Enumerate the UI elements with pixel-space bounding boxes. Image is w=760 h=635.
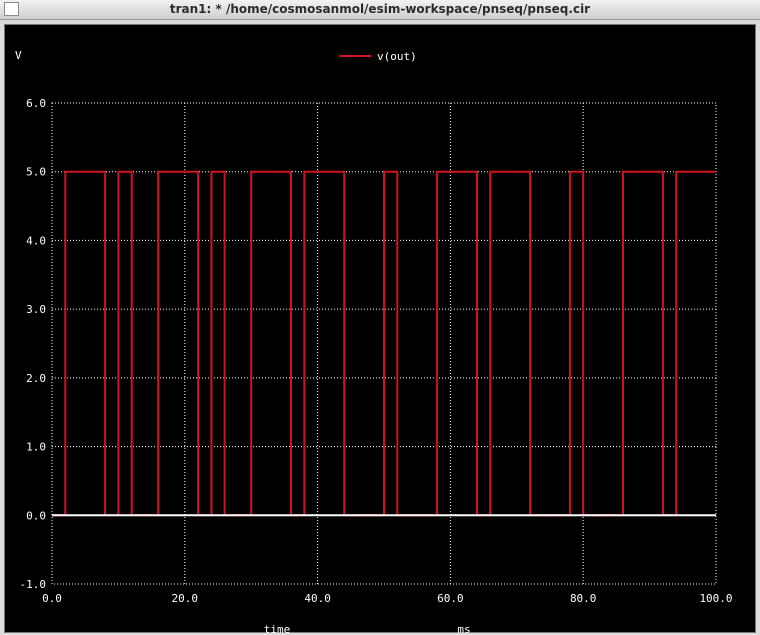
x-tick-label: 40.0 [304, 592, 331, 605]
axes: 0.0 20.0 40.0 60.0 80.0 100.0-1.00.01.02.03.0… [20, 97, 733, 605]
y-tick-label: 2.0 [26, 372, 46, 385]
y-tick-label: 4.0 [26, 234, 46, 247]
trace-layer [52, 170, 716, 517]
x-tick-label: 20.0 [172, 592, 199, 605]
x-tick-label: 100.0 [699, 592, 732, 605]
waveform-plot[interactable]: 0.0 20.0 40.0 60.0 80.0 100.0-1.00.01.02.03.0… [5, 25, 757, 634]
y-tick-label: 5.0 [26, 166, 46, 179]
y-axis-label: V [15, 49, 22, 62]
y-tick-label: -1.0 [20, 578, 47, 591]
x-tick-label: 60.0 [437, 592, 464, 605]
y-tick-label: 3.0 [26, 303, 46, 316]
y-tick-label: 0.0 [26, 509, 46, 522]
labels: V time ms v(out) [15, 49, 471, 634]
legend-label-v-out: v(out) [377, 50, 417, 63]
x-axis-unit: ms [457, 623, 470, 634]
window-title: tran1: * /home/cosmosanmol/esim-workspac… [169, 2, 591, 16]
y-tick-label: 1.0 [26, 441, 46, 454]
x-axis-label: time [264, 623, 291, 634]
x-tick-label: 80.0 [570, 592, 597, 605]
series-line-v-out [52, 170, 716, 517]
window-titlebar[interactable]: tran1: * /home/cosmosanmol/esim-workspac… [0, 0, 760, 20]
plot-area[interactable]: 0.0 20.0 40.0 60.0 80.0 100.0 -1.0 0.0 1.0 2.0 3.0… [4, 24, 757, 634]
y-tick-label: 6.0 [26, 97, 46, 110]
x-tick-label: 0.0 [42, 592, 62, 605]
